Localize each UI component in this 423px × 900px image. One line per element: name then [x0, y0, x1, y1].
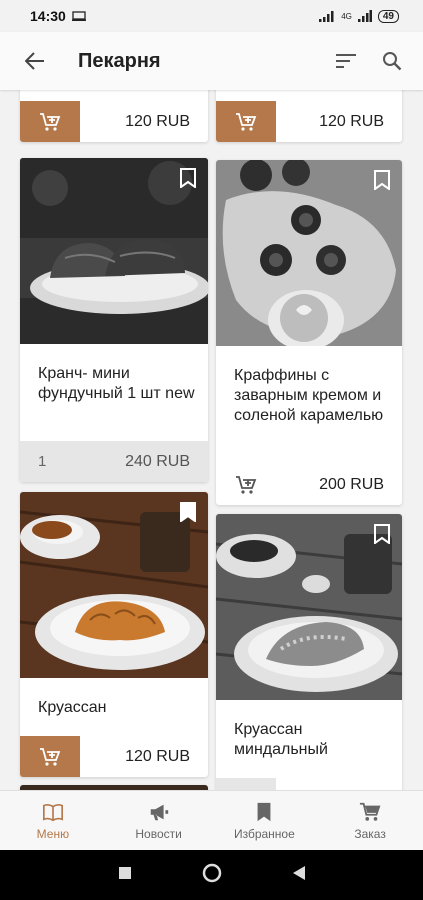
favorite-button[interactable] [180, 168, 196, 189]
add-to-cart-button[interactable] [216, 101, 276, 142]
bookmark-icon [374, 524, 390, 545]
search-icon [383, 52, 402, 71]
product-name: Круассан [38, 699, 107, 716]
system-back-button[interactable] [292, 865, 306, 886]
add-to-cart-button[interactable] [20, 101, 80, 142]
screen-cast-icon [71, 11, 86, 21]
status-time: 14:30 [30, 8, 66, 24]
favorite-button[interactable] [374, 524, 390, 545]
signal-icon-2 [357, 10, 372, 22]
triangle-back-icon [292, 865, 305, 880]
nav-label: Меню [36, 826, 70, 841]
search-button[interactable] [369, 32, 415, 90]
product-quantity: 1 [38, 453, 47, 470]
add-to-cart-button[interactable] [216, 464, 276, 505]
product-card[interactable]: 120 RUB [20, 90, 208, 142]
product-price: 240 RUB [125, 452, 190, 470]
recents-button[interactable] [118, 866, 132, 885]
square-icon [118, 866, 131, 879]
product-name: Круассан миндальный [234, 721, 328, 758]
product-price: 200 RUB [319, 475, 384, 493]
quantity-row[interactable]: 1 240 RUB [20, 441, 208, 482]
product-price: 120 RUB [319, 112, 384, 130]
add-to-cart-button[interactable] [20, 736, 80, 777]
bottom-navigation: Меню Новости Избранное Заказ [0, 790, 423, 850]
favorite-button[interactable] [374, 170, 390, 191]
add-to-cart-button[interactable] [216, 778, 276, 790]
product-name: Кранч- мини фундучный 1 шт new [38, 365, 195, 402]
bookmark-icon [374, 170, 390, 191]
page-title: Пекарня [78, 49, 161, 72]
signal-icon [319, 11, 334, 22]
product-price: 120 RUB [125, 112, 190, 130]
product-card[interactable]: Краффины с заварным кремом и соленой кар… [216, 160, 402, 505]
product-price: 120 RUB [125, 747, 190, 765]
nav-item-order[interactable]: Заказ [317, 791, 423, 850]
system-navigation-bar [0, 850, 423, 900]
product-name: Краффины с заварным кремом и соленой кар… [234, 367, 384, 424]
status-bar: 14:30 4G 49 [0, 0, 423, 32]
product-card[interactable]: 120 RUB [216, 90, 402, 142]
book-icon [42, 803, 63, 821]
sort-button[interactable] [323, 32, 369, 90]
bookmark-icon [180, 502, 196, 523]
product-grid: 120 RUB 120 RUB Кранч- мини фундучный 1 … [0, 90, 423, 790]
nav-label: Новости [135, 826, 182, 841]
cart-add-icon [236, 112, 257, 131]
sort-icon [336, 54, 356, 68]
nav-item-menu[interactable]: Меню [0, 791, 106, 850]
nav-label: Заказ [354, 826, 386, 841]
cart-add-icon [40, 747, 61, 766]
nav-item-favorites[interactable]: Избранное [212, 791, 318, 850]
nav-item-news[interactable]: Новости [106, 791, 212, 850]
arrow-left-icon [25, 52, 44, 70]
bookmark-icon [180, 168, 196, 189]
favorite-button[interactable] [180, 502, 196, 523]
back-button[interactable] [0, 32, 70, 90]
network-type: 4G [341, 11, 352, 21]
product-card[interactable]: Кранч- мини фундучный 1 шт new 1 240 RUB [20, 158, 208, 482]
megaphone-icon [150, 804, 168, 820]
bookmark-icon [257, 802, 271, 821]
product-card[interactable]: Круассан миндальный [216, 514, 402, 790]
battery-indicator: 49 [377, 9, 399, 23]
app-bar: Пекарня [0, 32, 423, 90]
cart-add-icon [236, 475, 257, 494]
circle-icon [202, 863, 221, 882]
cart-add-icon [40, 112, 61, 131]
product-card[interactable]: Круассан 120 RUB [20, 492, 208, 777]
home-button[interactable] [202, 863, 222, 888]
nav-label: Избранное [233, 826, 295, 841]
cart-icon [360, 802, 381, 821]
